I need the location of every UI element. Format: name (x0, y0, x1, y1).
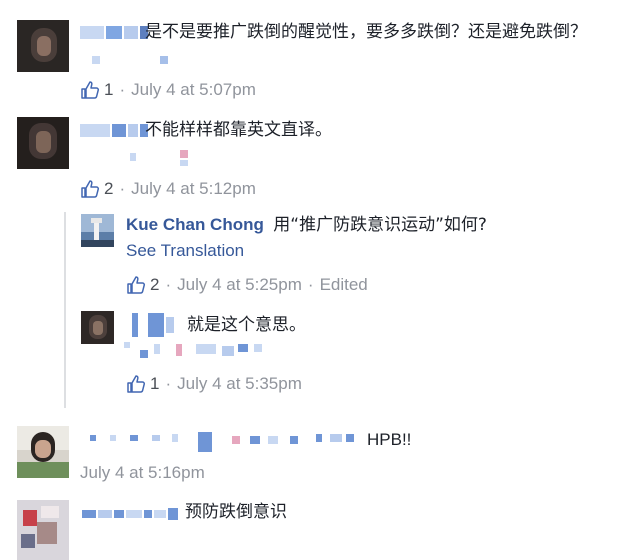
thumbs-up-icon[interactable] (126, 275, 146, 295)
avatar[interactable] (17, 426, 69, 478)
blurred-author-name[interactable] (80, 124, 148, 137)
blurred-pixel (316, 434, 322, 442)
blurred-pixel (268, 436, 278, 444)
author-name[interactable]: Kue Chan Chong (126, 215, 264, 234)
blurred-pixel (130, 153, 136, 161)
blurred-pixel (176, 344, 182, 356)
blurred-pixel (140, 350, 148, 358)
blurred-pixel (160, 56, 168, 64)
separator: · (119, 179, 126, 198)
comment-text: 就是这个意思。 (187, 315, 306, 335)
blurred-pixel (346, 434, 354, 442)
separator: · (165, 374, 172, 393)
blurred-pixel (290, 436, 298, 444)
blurred-pixel (330, 434, 342, 442)
avatar[interactable] (17, 500, 69, 560)
separator: · (119, 80, 126, 99)
blurred-pixel (92, 56, 100, 64)
comment-text: HPB!! (367, 430, 412, 449)
blurred-pixel (250, 436, 260, 444)
thumbs-up-icon[interactable] (80, 179, 100, 199)
blurred-pixel (154, 344, 160, 354)
timestamp[interactable]: July 4 at 5:25pm (177, 274, 302, 296)
reply-thread-line (64, 212, 66, 408)
avatar[interactable] (17, 117, 69, 169)
blurred-pixel (124, 342, 130, 348)
like-count[interactable]: 2 (150, 274, 159, 296)
comment-meta: 2 · July 4 at 5:25pm · Edited (126, 274, 368, 296)
like-count[interactable]: 1 (150, 373, 159, 395)
separator: · (165, 275, 172, 294)
timestamp[interactable]: July 4 at 5:35pm (177, 373, 302, 395)
blurred-pixel (222, 346, 234, 356)
timestamp[interactable]: July 4 at 5:12pm (131, 178, 256, 200)
comment-text: 是不是要推广跌倒的醒觉性，要多多跌倒？还是避免跌倒？ (145, 22, 587, 42)
comment-meta: 2 · July 4 at 5:12pm (80, 178, 256, 200)
blurred-author-name[interactable] (80, 26, 148, 39)
timestamp[interactable]: July 4 at 5:07pm (131, 79, 256, 101)
blurred-pixel (198, 432, 212, 452)
thumbs-up-icon[interactable] (126, 374, 146, 394)
blurred-author-name[interactable] (132, 313, 174, 337)
blurred-pixel (180, 160, 188, 166)
comment-text: 预防跌倒意识 (185, 502, 287, 522)
timestamp[interactable]: July 4 at 5:16pm (80, 462, 205, 484)
like-count[interactable]: 1 (104, 79, 113, 101)
comment-text: 用“推广防跌意识运动”如何? (273, 215, 487, 235)
see-translation-link[interactable]: See Translation (126, 241, 244, 261)
blurred-author-name[interactable] (82, 508, 178, 520)
reply-header: Kue Chan Chong 用“推广防跌意识运动”如何? (126, 214, 487, 236)
separator: · (307, 275, 314, 294)
comment-meta: July 4 at 5:16pm (80, 462, 205, 484)
edited-label[interactable]: Edited (320, 274, 368, 296)
avatar[interactable] (17, 20, 69, 72)
blurred-pixel (196, 344, 216, 354)
comment-text: 不能样样都靠英文直译。 (145, 120, 332, 140)
blurred-pixel (254, 344, 262, 352)
blurred-pixel (172, 434, 178, 442)
avatar[interactable] (81, 311, 114, 344)
thumbs-up-icon[interactable] (80, 80, 100, 100)
avatar[interactable] (81, 214, 114, 247)
like-count[interactable]: 2 (104, 178, 113, 200)
blurred-pixel (232, 436, 240, 444)
comment-meta: 1 · July 4 at 5:07pm (80, 79, 256, 101)
blurred-author-name[interactable] (90, 435, 160, 441)
comment-meta: 1 · July 4 at 5:35pm (126, 373, 302, 395)
blurred-pixel (180, 150, 188, 158)
blurred-pixel (238, 344, 248, 352)
